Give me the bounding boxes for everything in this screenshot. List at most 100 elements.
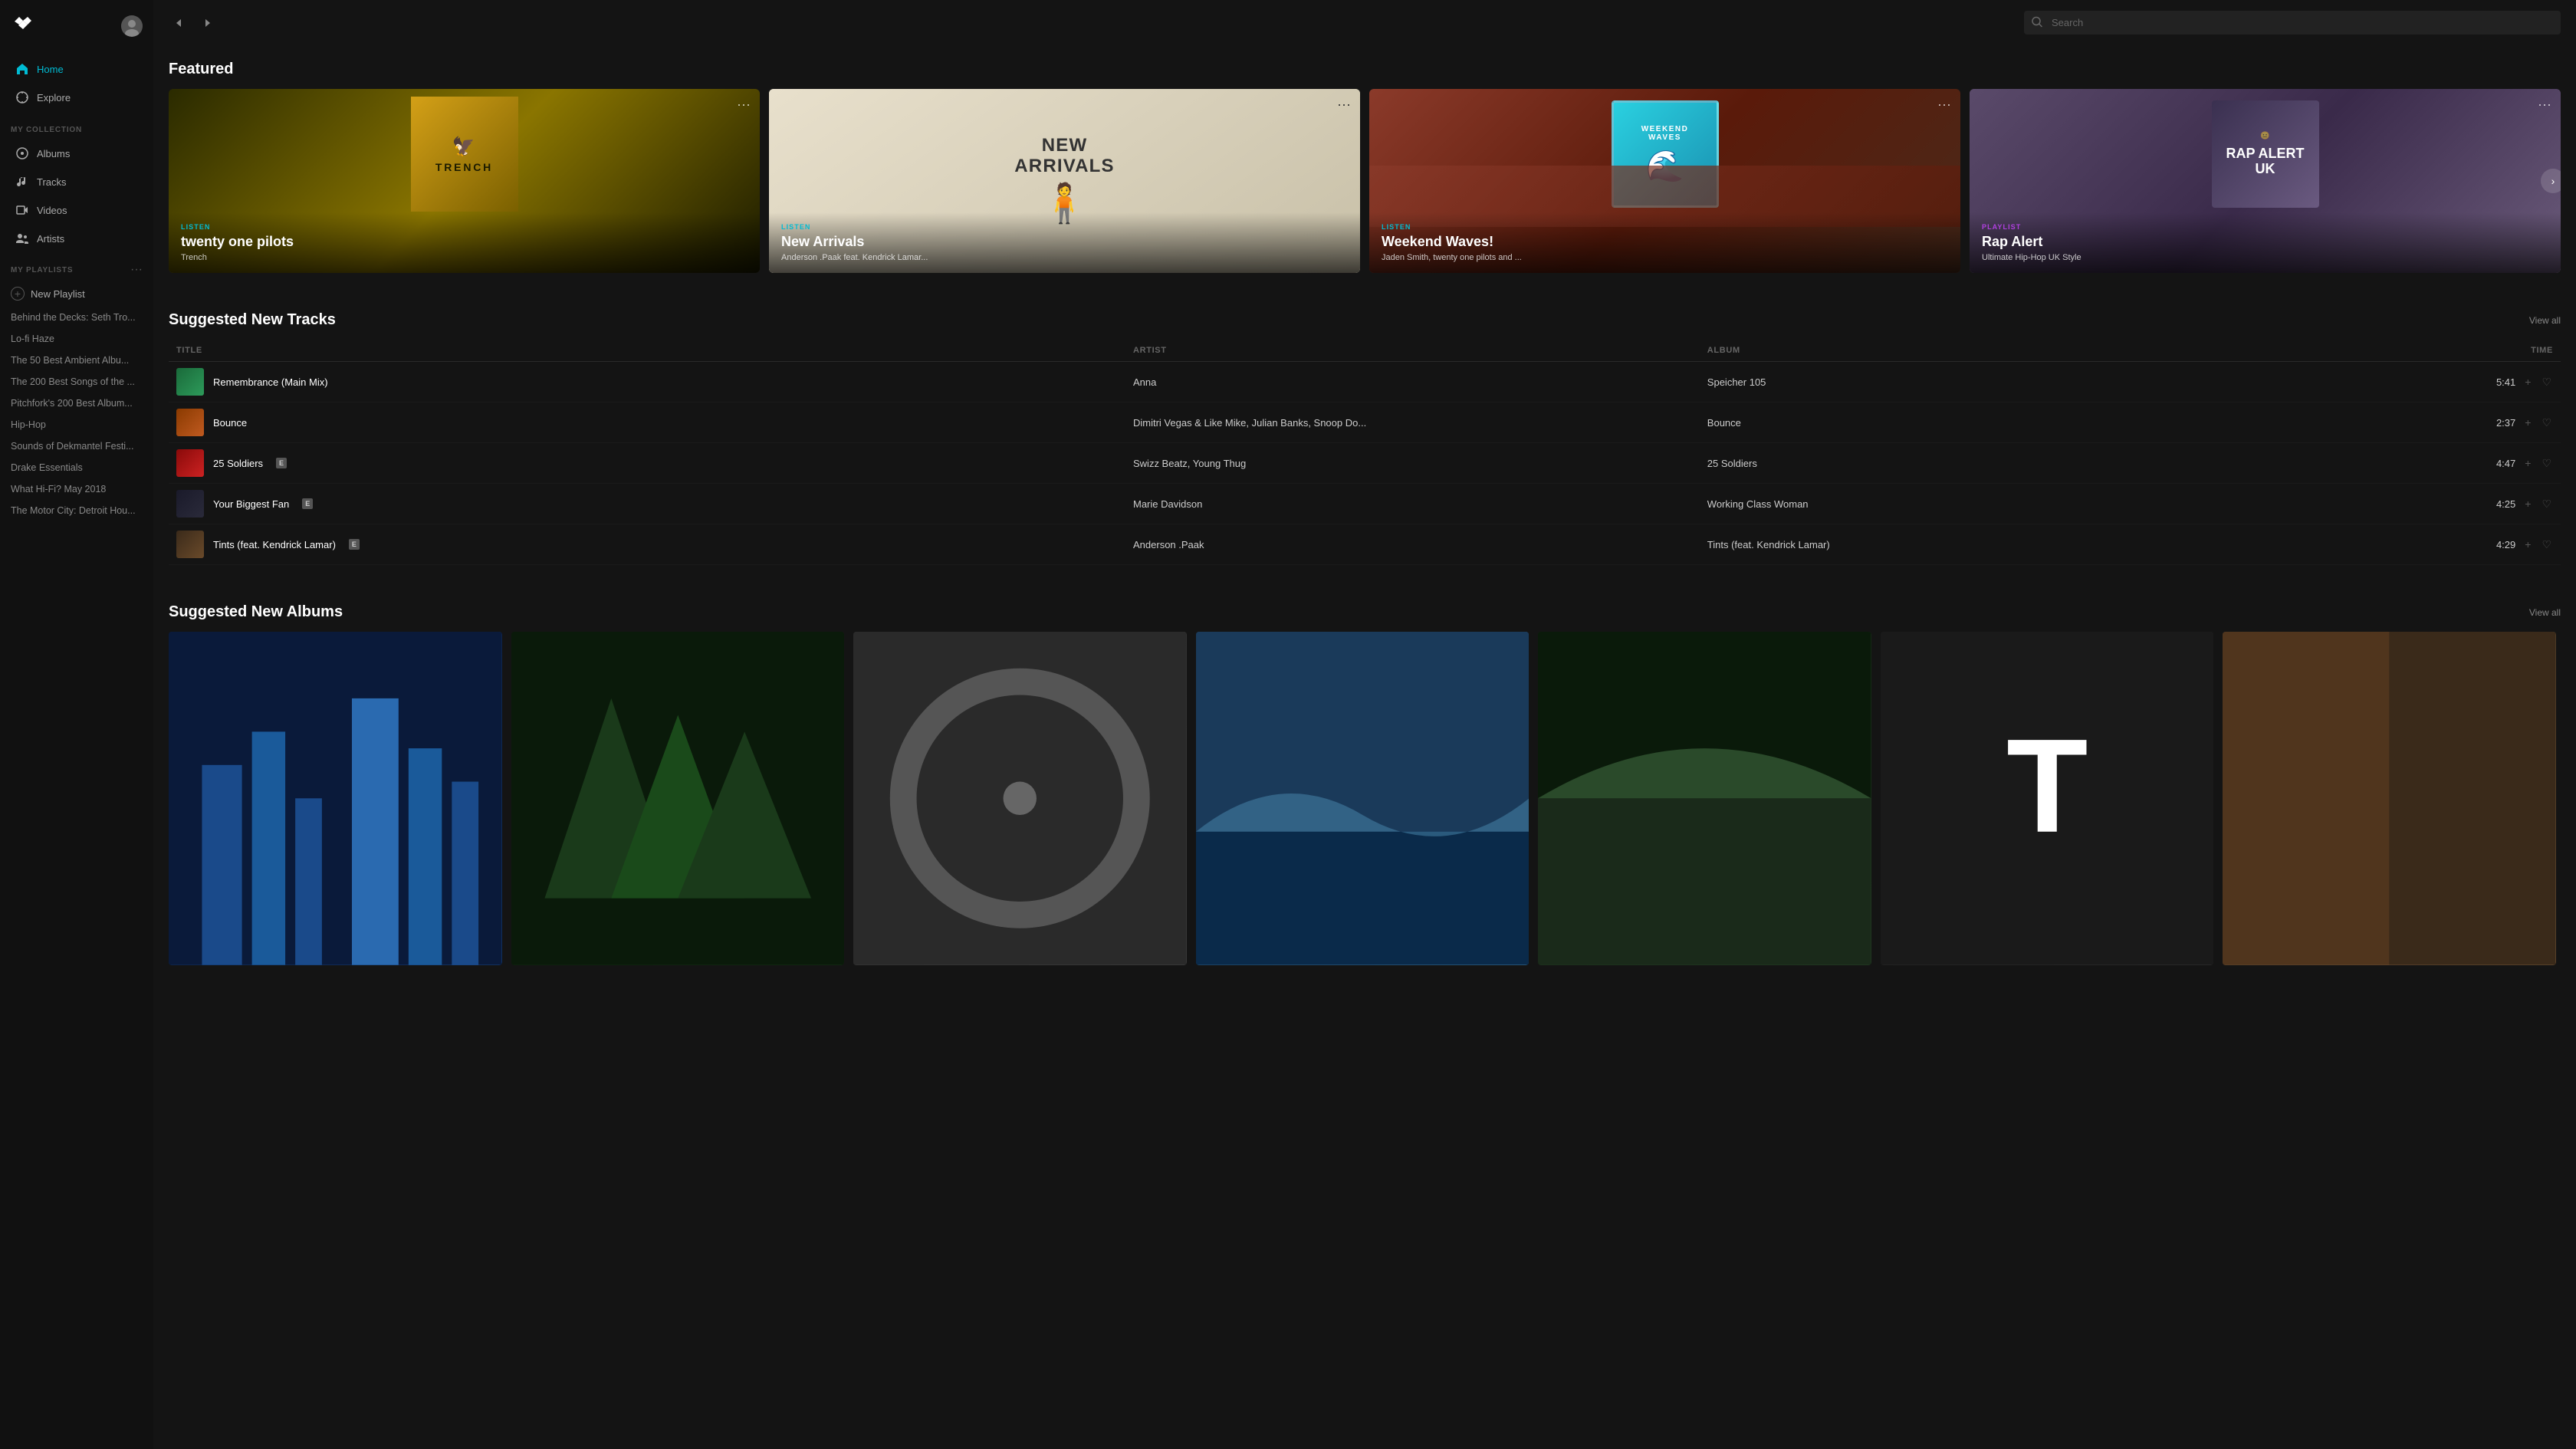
track-album: 25 Soldiers [1700,443,2226,484]
add-to-playlist-button[interactable]: + [2523,496,2532,511]
nav-item-tracks[interactable]: Tracks [5,168,149,196]
playlist-item[interactable]: Drake Essentials [0,457,153,478]
add-to-playlist-button[interactable]: + [2523,537,2532,552]
playlist-item[interactable]: Sounds of Dekmantel Festi... [0,435,153,457]
add-to-playlist-button[interactable]: + [2523,374,2532,389]
favorite-button[interactable]: ♡ [2540,537,2553,553]
album-card[interactable] [1196,632,1530,971]
tidal-logo[interactable] [11,12,35,39]
track-thumbnail [176,409,204,436]
nav-item-videos[interactable]: Videos [5,196,149,224]
playlist-item[interactable]: What Hi-Fi? May 2018 [0,478,153,500]
track-thumbnail [176,531,204,558]
card-subtitle: Ultimate Hip-Hop UK Style [1982,253,2548,262]
track-time: 4:25 [2496,498,2515,510]
tracks-section-header: Suggested New Tracks View all [169,296,2561,329]
card-more-button[interactable]: ··· [1937,97,1951,113]
favorite-button[interactable]: ♡ [2540,496,2553,512]
featured-card-new-arrivals[interactable]: NEWARRIVALS 🧍 ··· LISTEN New Arrivals An… [769,89,1360,273]
table-row[interactable]: Your Biggest Fan E Marie Davidson Workin… [169,484,2561,524]
track-title-cell: 25 Soldiers E [176,449,1118,477]
album-card[interactable] [1538,632,1871,971]
featured-card-rap-alert[interactable]: 😐 RAP ALERTUK ··· PLAYLIST Rap Alert Ult… [1970,89,2561,273]
search-input[interactable] [2024,11,2561,34]
playlist-item[interactable]: The Motor City: Detroit Hou... [0,500,153,521]
track-time-cell: 4:29 + ♡ [2226,524,2561,565]
card-title: twenty one pilots [181,234,748,251]
playlist-item[interactable]: Lo-fi Haze [0,328,153,350]
album-thumbnail [2223,632,2556,965]
tracks-table-header: TITLE ARTIST ALBUM TIME [169,340,2561,362]
collection-label: MY COLLECTION [0,115,153,139]
card-content: LISTEN Weekend Waves! Jaden Smith, twent… [1369,212,1960,273]
track-album: Working Class Woman [1700,484,2226,524]
card-title: Weekend Waves! [1382,234,1948,251]
carousel-next-button[interactable]: › [2541,169,2561,193]
featured-card-weekend-waves[interactable]: WEEKEND WAVES 🌊 ··· LISTEN Weekend Waves… [1369,89,1960,273]
user-avatar[interactable] [121,15,143,37]
nav-item-artists[interactable]: Artists [5,225,149,252]
playlist-item[interactable]: Hip-Hop [0,414,153,435]
featured-card-trench[interactable]: 🦅 TRENCH ··· LISTEN twenty one pilots Tr… [169,89,760,273]
albums-view-all[interactable]: View all [2529,607,2561,618]
sidebar-header [0,0,153,51]
nav-item-home[interactable]: Home [5,55,149,83]
explicit-badge: E [302,498,313,509]
forward-button[interactable] [196,12,218,34]
album-card[interactable] [853,632,1187,971]
table-row[interactable]: Bounce Dimitri Vegas & Like Mike, Julian… [169,402,2561,443]
favorite-button[interactable]: ♡ [2540,455,2553,472]
tracks-view-all[interactable]: View all [2529,315,2561,326]
card-more-button[interactable]: ··· [1337,97,1351,113]
track-thumbnail [176,490,204,518]
playlist-item[interactable]: The 200 Best Songs of the ... [0,371,153,393]
card-more-button[interactable]: ··· [2538,97,2551,113]
add-to-playlist-button[interactable]: + [2523,415,2532,430]
featured-row: 🦅 TRENCH ··· LISTEN twenty one pilots Tr… [169,89,2561,273]
playlist-item[interactable]: Behind the Decks: Seth Tro... [0,307,153,328]
card-subtitle: Jaden Smith, twenty one pilots and ... [1382,253,1948,262]
new-playlist-button[interactable]: + New Playlist [0,281,153,307]
album-card[interactable] [169,632,502,971]
back-button[interactable] [169,12,190,34]
table-row[interactable]: Tints (feat. Kendrick Lamar) E Anderson … [169,524,2561,565]
favorite-button[interactable]: ♡ [2540,415,2553,431]
album-thumbnail [1196,632,1530,965]
favorite-button[interactable]: ♡ [2540,374,2553,390]
card-title: New Arrivals [781,234,1348,251]
card-more-button[interactable]: ··· [737,97,751,113]
home-icon [15,62,29,76]
table-row[interactable]: Remembrance (Main Mix) Anna Speicher 105… [169,362,2561,402]
track-time-cell: 4:47 + ♡ [2226,443,2561,484]
track-artist: Swizz Beatz, Young Thug [1125,443,1700,484]
track-time-cell: 2:37 + ♡ [2226,402,2561,443]
track-name: Bounce [213,417,247,429]
album-card[interactable]: T [1881,632,2214,971]
track-artist: Dimitri Vegas & Like Mike, Julian Banks,… [1125,402,1700,443]
playlist-item[interactable]: The 50 Best Ambient Albu... [0,350,153,371]
nav-item-explore[interactable]: Explore [5,84,149,111]
track-artist: Marie Davidson [1125,484,1700,524]
table-row[interactable]: 25 Soldiers E Swizz Beatz, Young Thug 25… [169,443,2561,484]
nav-item-albums[interactable]: Albums [5,140,149,167]
album-card[interactable] [2223,632,2556,971]
track-time: 2:37 [2496,417,2515,429]
videos-icon [15,203,29,217]
track-time: 5:41 [2496,376,2515,388]
track-time: 4:47 [2496,458,2515,469]
col-artist: ARTIST [1125,340,1700,362]
track-actions: 4:29 + ♡ [2233,537,2553,553]
playlist-item[interactable]: Pitchfork's 200 Best Album... [0,393,153,414]
album-thumbnail: T [1881,632,2214,965]
track-title-cell: Your Biggest Fan E [176,490,1118,518]
track-artist: Anderson .Paak [1125,524,1700,565]
artists-icon [15,232,29,245]
collection-section: MY COLLECTION Albums Tracks [0,115,153,253]
playlists-more-button[interactable]: ··· [130,264,143,276]
track-title-cell: Bounce [176,409,1118,436]
add-to-playlist-button[interactable]: + [2523,455,2532,471]
album-card[interactable] [511,632,845,971]
explicit-badge: E [349,539,360,550]
card-type-label: PLAYLIST [1982,223,2548,231]
explicit-badge: E [276,458,287,468]
